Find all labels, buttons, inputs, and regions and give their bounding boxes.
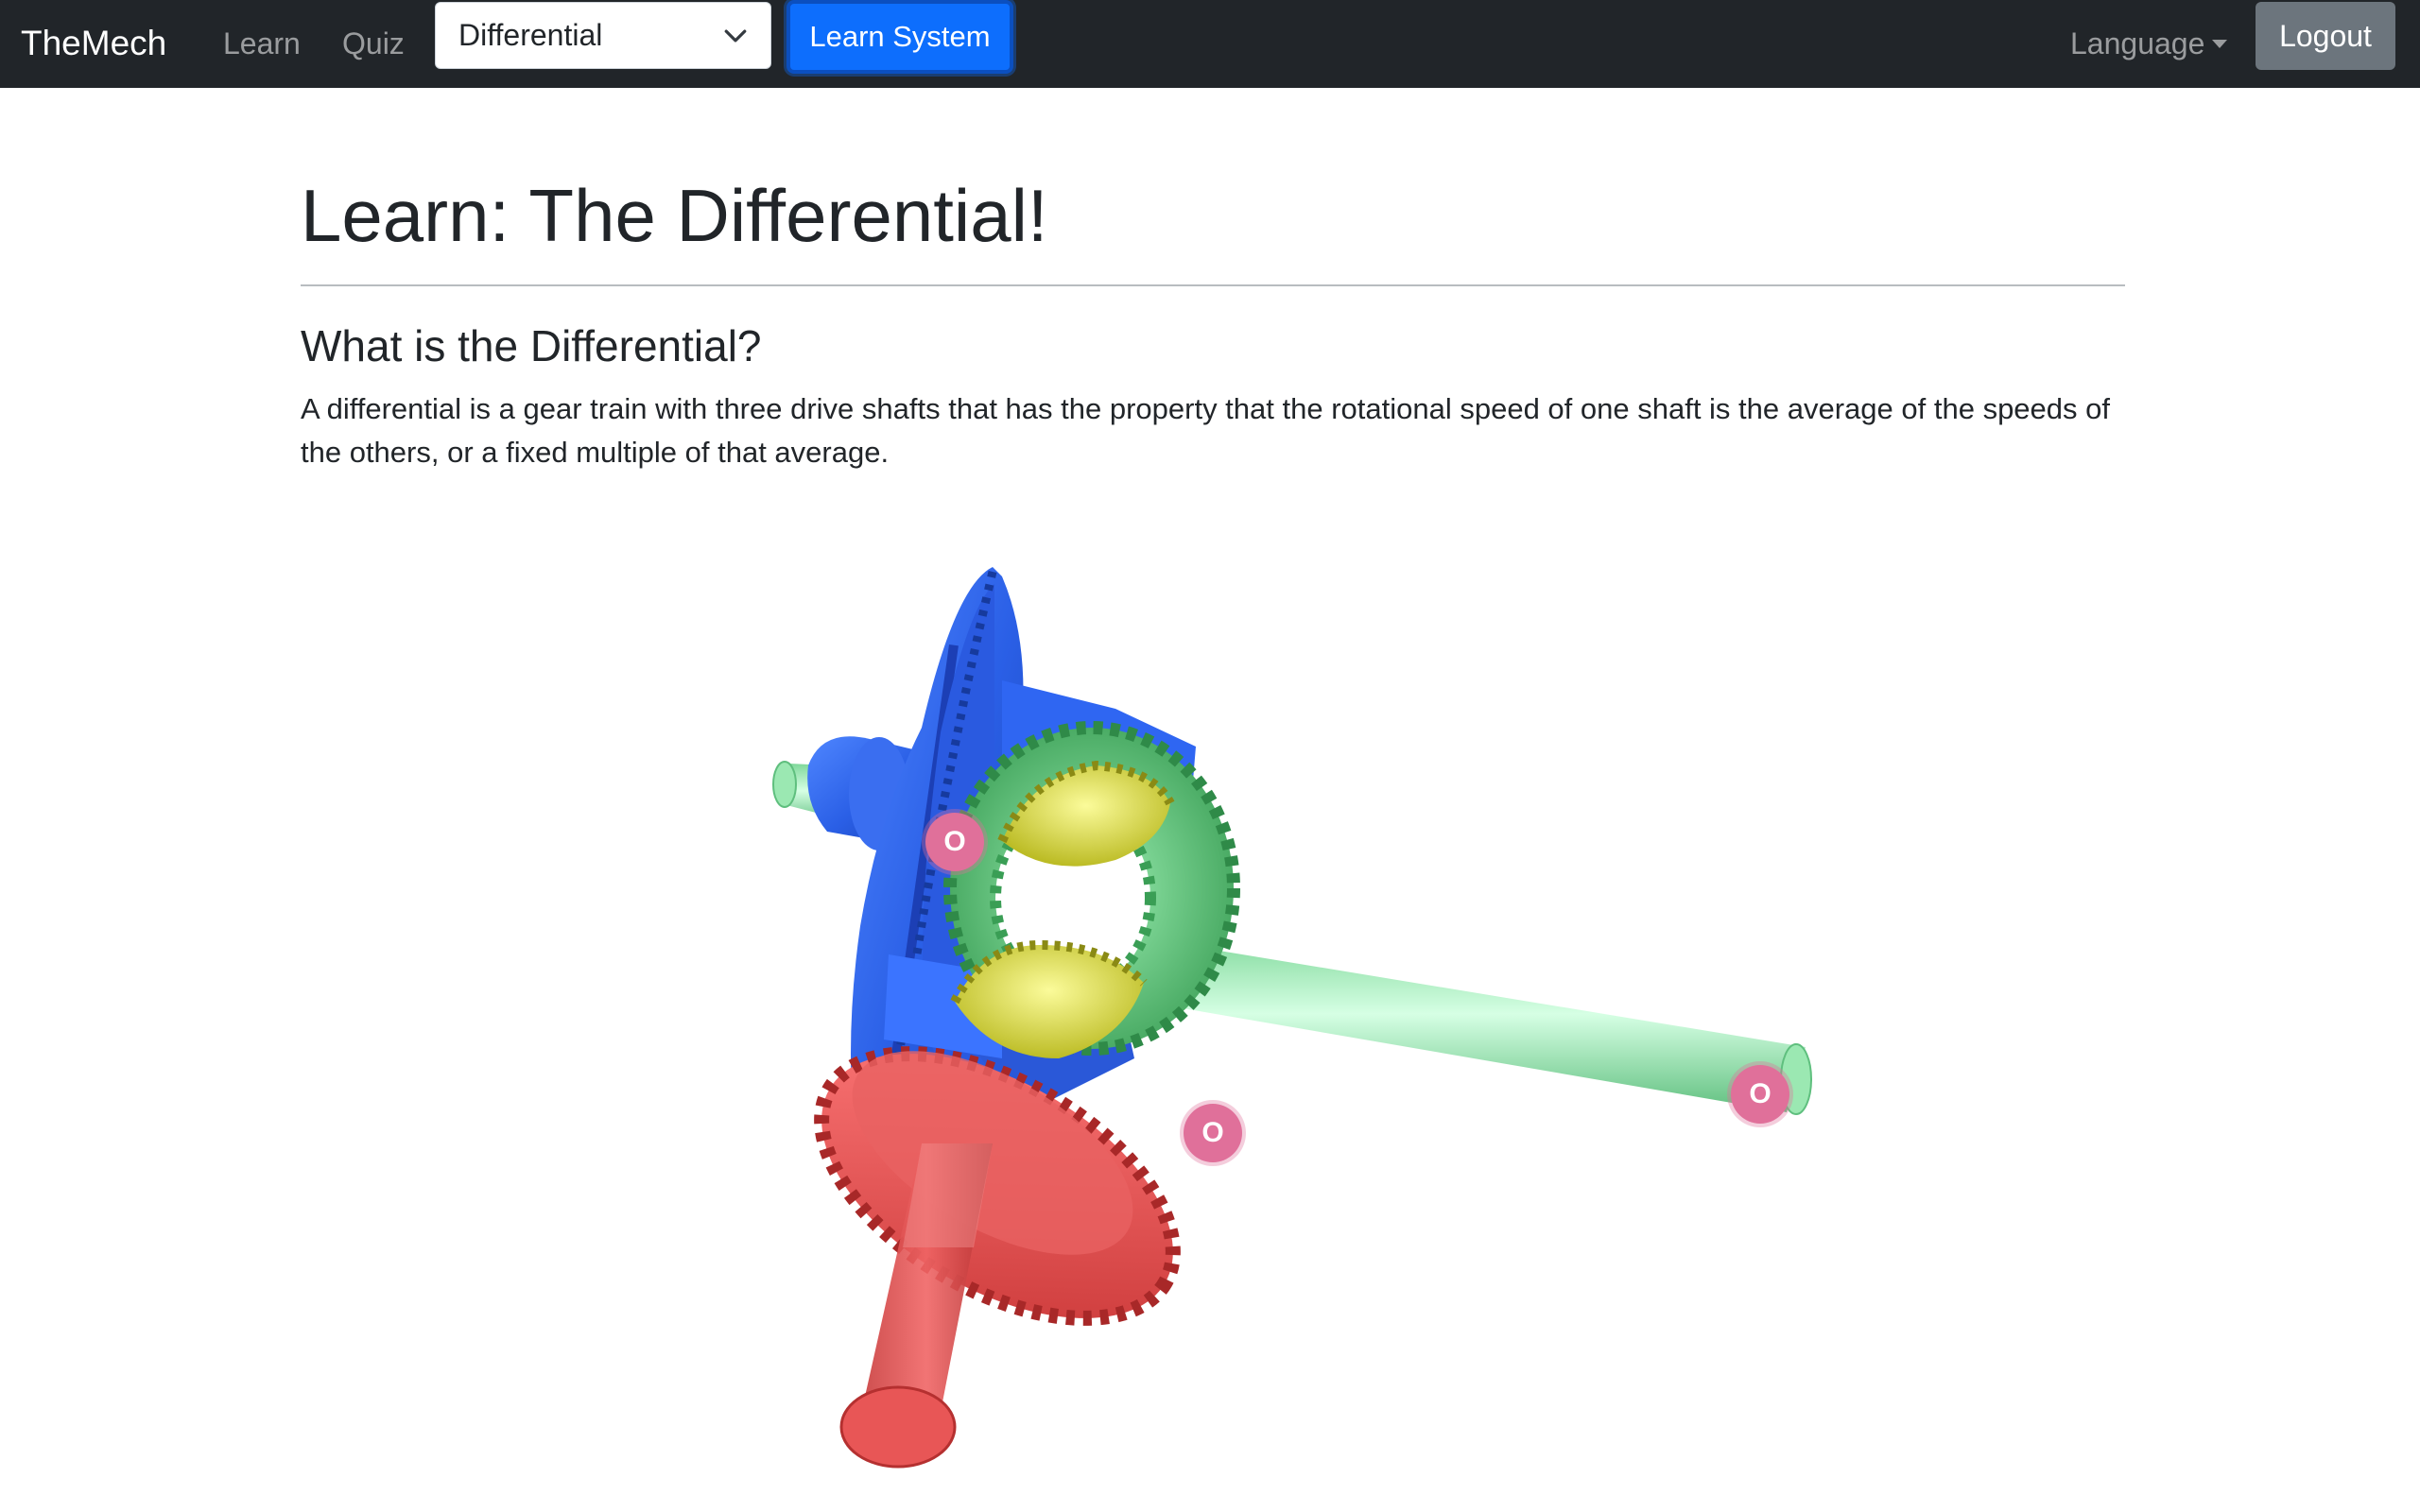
- system-select-value: Differential: [458, 18, 603, 52]
- brand-logo-link[interactable]: TheMech: [21, 15, 166, 72]
- learn-system-button[interactable]: Learn System: [786, 0, 1013, 74]
- section-heading: What is the Differential?: [301, 321, 762, 370]
- section-description: A differential is a gear train with thre…: [301, 392, 2110, 469]
- chevron-down-icon: [724, 29, 747, 43]
- logout-button[interactable]: Logout: [2256, 2, 2395, 70]
- differential-model: [772, 567, 1812, 1469]
- page-title: Learn: The Differential!: [301, 174, 1048, 257]
- language-dropdown[interactable]: Language: [2070, 15, 2228, 72]
- system-select[interactable]: Differential: [435, 2, 771, 69]
- language-label: Language: [2070, 26, 2205, 60]
- title-divider: [301, 284, 2125, 286]
- hotspot-right-shaft[interactable]: O: [1731, 1065, 1789, 1124]
- nav-link-learn[interactable]: Learn: [223, 15, 301, 72]
- hotspot-left-shaft[interactable]: O: [925, 813, 984, 871]
- top-navbar: TheMech Learn Quiz Differential Learn Sy…: [0, 0, 2420, 88]
- caret-down-icon: [2212, 40, 2228, 48]
- hotspot-input-gear[interactable]: O: [1184, 1104, 1242, 1162]
- nav-link-quiz[interactable]: Quiz: [342, 15, 405, 72]
- differential-3d-viewer[interactable]: O O O: [718, 529, 1891, 1512]
